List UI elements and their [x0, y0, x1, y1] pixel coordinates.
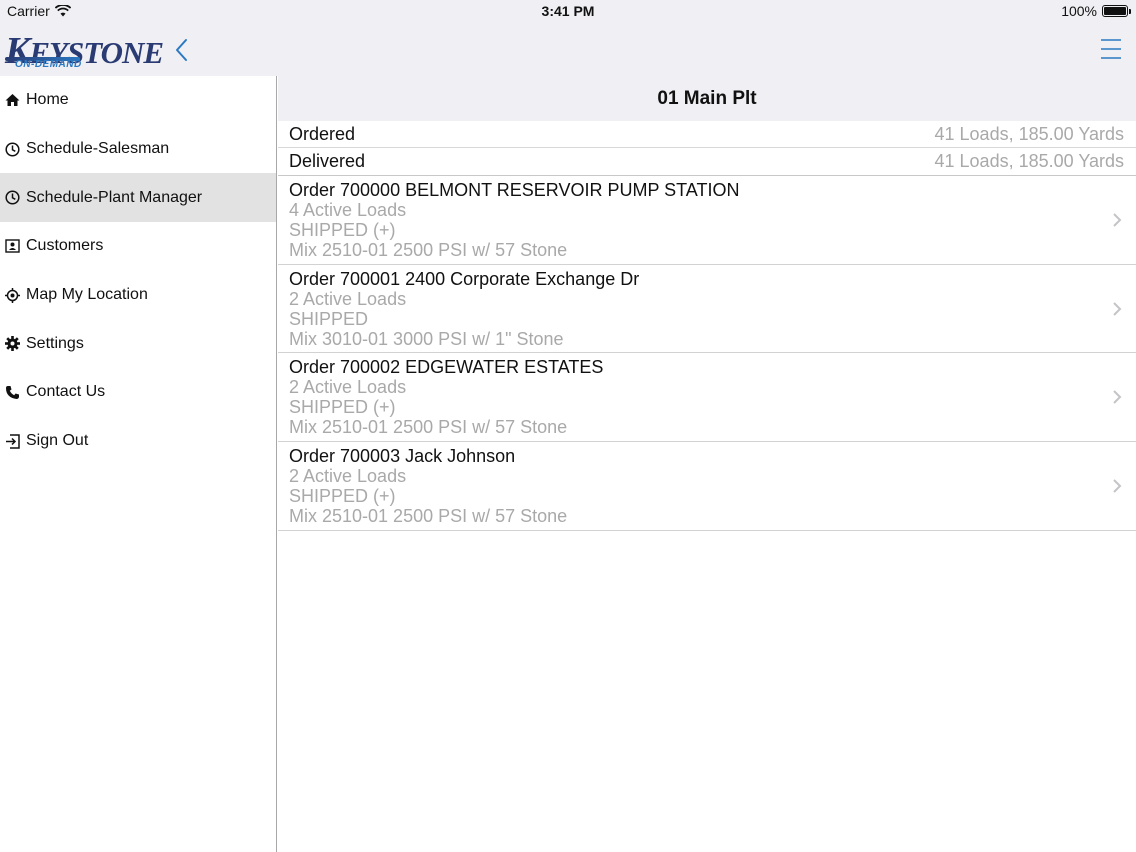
- sidebar-item-schedule-plant-manager[interactable]: Schedule-Plant Manager: [0, 173, 276, 223]
- chevron-right-icon: [1113, 390, 1122, 405]
- order-mix: Mix 2510-01 2500 PSI w/ 57 Stone: [289, 506, 568, 527]
- sidebar-item-label: Map My Location: [26, 286, 148, 304]
- clock-icon: [4, 190, 20, 206]
- sidebar-item-label: Customers: [26, 237, 104, 255]
- order-active-loads: 2 Active Loads: [289, 288, 407, 309]
- summary-label: Ordered: [289, 123, 356, 144]
- sign-out-icon: [4, 433, 20, 449]
- summary-value: 41 Loads, 185.00 Yards: [934, 123, 1124, 144]
- order-active-loads: 2 Active Loads: [289, 377, 407, 398]
- order-title: Order 700003 Jack Johnson: [289, 446, 516, 467]
- order-title: Order 700001 2400 Corporate Exchange Dr: [289, 268, 640, 289]
- sidebar-item-label: Settings: [26, 334, 84, 352]
- summary-section: Ordered 41 Loads, 185.00 Yards Delivered…: [278, 121, 1136, 176]
- summary-label: Delivered: [289, 151, 366, 171]
- chevron-right-icon: [1113, 213, 1122, 227]
- hamburger-menu-icon: [1101, 39, 1121, 59]
- sidebar-item-label: Schedule-Salesman: [26, 140, 170, 158]
- location-target-icon: [4, 287, 20, 303]
- order-mix: Mix 2510-01 2500 PSI w/ 57 Stone: [289, 240, 568, 260]
- sidebar-item-label: Contact Us: [26, 383, 106, 401]
- order-mix: Mix 2510-01 2500 PSI w/ 57 Stone: [289, 417, 568, 438]
- order-title: Order 700002 EDGEWATER ESTATES: [289, 357, 604, 378]
- summary-row-ordered: Ordered 41 Loads, 185.00 Yards: [278, 121, 1136, 148]
- sidebar-item-home[interactable]: Home: [0, 76, 276, 125]
- clock-icon: [4, 141, 20, 157]
- sidebar: Home Schedule-Salesman Schedule-Plant Ma…: [0, 76, 277, 852]
- order-status: SHIPPED (+): [289, 486, 396, 507]
- nav-bar: KEYSTONE ON-DEMAND: [0, 23, 1136, 76]
- order-status: SHIPPED: [289, 308, 369, 329]
- sidebar-item-settings[interactable]: Settings: [0, 319, 276, 368]
- battery-indicator: 100%: [1061, 3, 1131, 19]
- battery-icon: [1102, 5, 1131, 17]
- chevron-right-icon: [1113, 301, 1122, 316]
- sidebar-item-label: Sign Out: [26, 432, 89, 450]
- summary-value: 41 Loads, 185.00 Yards: [934, 151, 1124, 171]
- gear-icon: [4, 336, 20, 352]
- battery-percent: 100%: [1061, 3, 1097, 19]
- main-content: 01 Main Plt Ordered 41 Loads, 185.00 Yar…: [278, 76, 1136, 852]
- order-active-loads: 2 Active Loads: [289, 466, 407, 487]
- sidebar-item-customers[interactable]: Customers: [0, 222, 276, 271]
- sidebar-item-label: Schedule-Plant Manager: [26, 188, 203, 206]
- order-row[interactable]: Order 700002 EDGEWATER ESTATES 2 Active …: [278, 353, 1136, 443]
- status-bar: Carrier 3:41 PM 100%: [0, 0, 1136, 23]
- sidebar-item-map-my-location[interactable]: Map My Location: [0, 271, 276, 320]
- chevron-left-icon: [176, 39, 187, 61]
- sidebar-item-label: Home: [26, 91, 69, 109]
- menu-button[interactable]: [1100, 38, 1122, 60]
- order-row[interactable]: Order 700000 BELMONT RESERVOIR PUMP STAT…: [278, 176, 1136, 265]
- contact-card-icon: [4, 238, 20, 254]
- sidebar-item-schedule-salesman[interactable]: Schedule-Salesman: [0, 125, 276, 174]
- order-row[interactable]: Order 700001 2400 Corporate Exchange Dr …: [278, 265, 1136, 354]
- chevron-right-icon: [1113, 479, 1122, 493]
- keystone-logo: KEYSTONE ON-DEMAND: [5, 29, 165, 72]
- phone-icon: [4, 384, 20, 400]
- home-icon: [4, 92, 20, 108]
- sidebar-item-contact-us[interactable]: Contact Us: [0, 368, 276, 417]
- order-active-loads: 4 Active Loads: [289, 200, 407, 220]
- status-time: 3:41 PM: [541, 3, 595, 19]
- back-button[interactable]: [170, 36, 194, 64]
- order-status: SHIPPED (+): [289, 220, 396, 240]
- logo-subtitle: ON-DEMAND: [15, 59, 82, 70]
- order-mix: Mix 3010-01 3000 PSI w/ 1" Stone: [289, 328, 564, 349]
- page-title: 01 Main Plt: [278, 76, 1136, 121]
- order-status: SHIPPED (+): [289, 397, 396, 418]
- order-row[interactable]: Order 700003 Jack Johnson 2 Active Loads…: [278, 442, 1136, 531]
- summary-row-delivered: Delivered 41 Loads, 185.00 Yards: [278, 148, 1136, 175]
- order-title: Order 700000 BELMONT RESERVOIR PUMP STAT…: [289, 180, 740, 200]
- sidebar-item-sign-out[interactable]: Sign Out: [0, 417, 276, 466]
